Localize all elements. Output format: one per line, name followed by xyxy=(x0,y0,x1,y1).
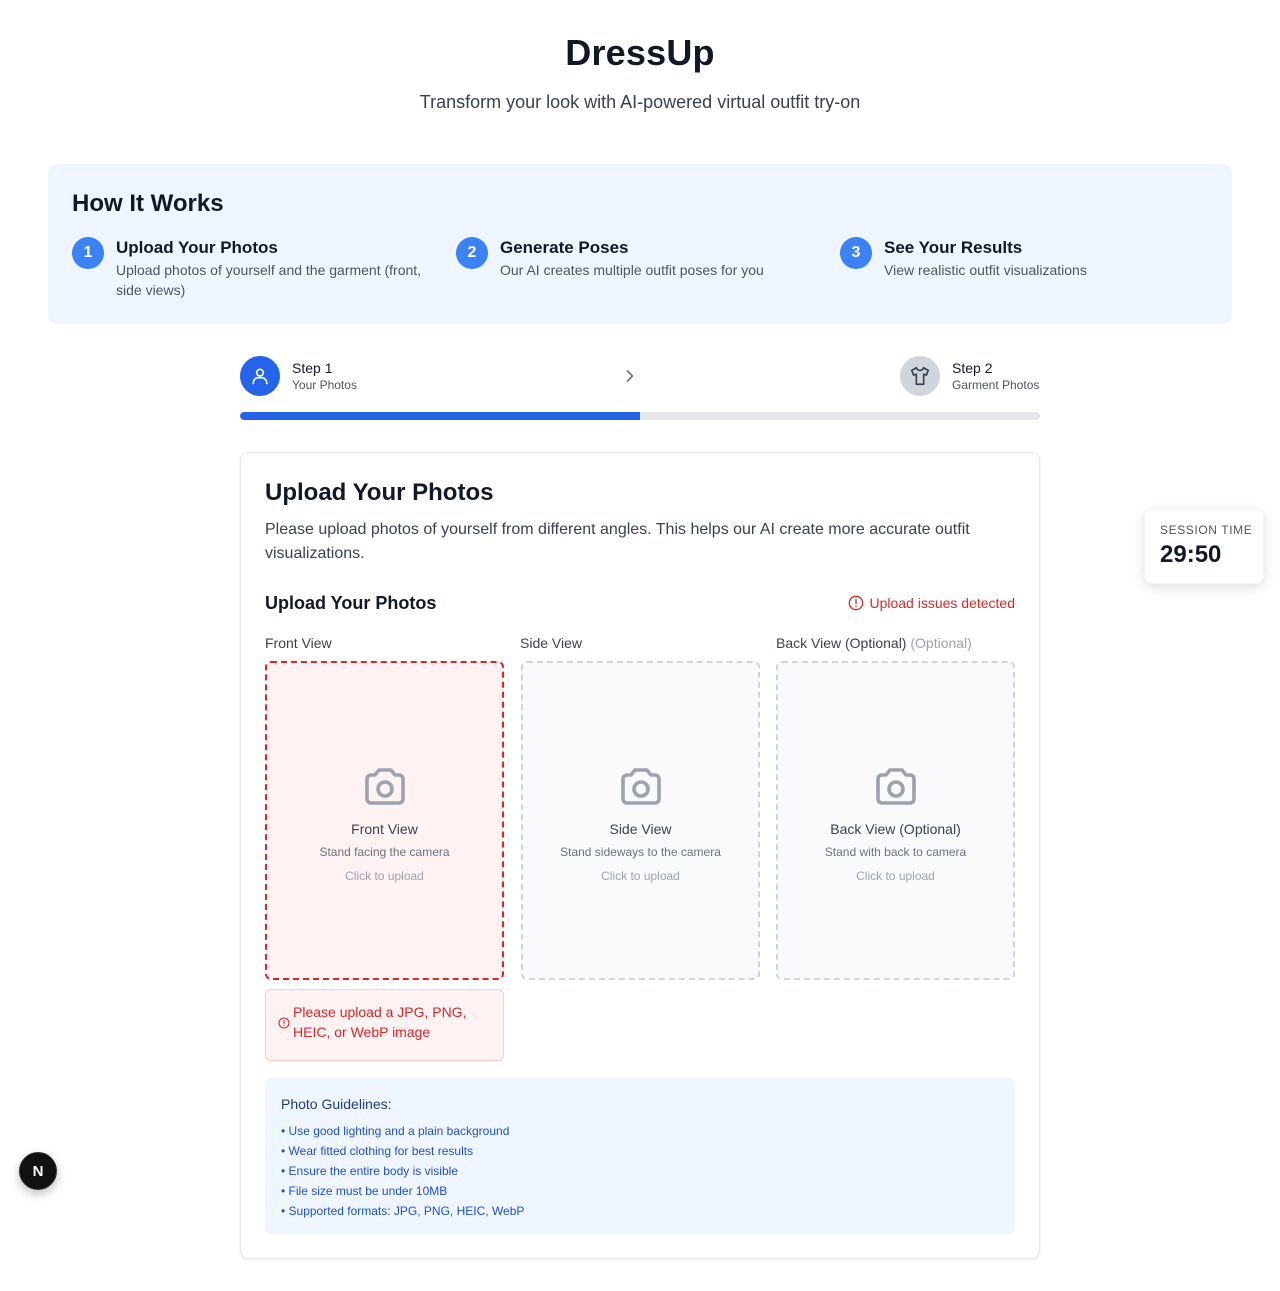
progress-stepper: Step 1 Your Photos Step 2 Garment Photos xyxy=(240,356,1040,420)
progress-bar-fill xyxy=(240,412,640,420)
how-step-description: Upload photos of yourself and the garmen… xyxy=(116,262,422,298)
upload-card: Upload Your Photos Please upload photos … xyxy=(240,452,1040,1259)
guidelines-list: • Use good lighting and a plain backgrou… xyxy=(281,1121,524,1221)
photo-guidelines: Photo Guidelines: • Use good lighting an… xyxy=(265,1078,1015,1234)
camera-icon xyxy=(365,768,405,805)
how-step-description: Our AI creates multiple outfit poses for… xyxy=(500,262,764,278)
n-logo-icon: N xyxy=(32,1162,44,1180)
guideline-item: • File size must be under 10MB xyxy=(281,1184,448,1198)
guideline-item: • Ensure the entire body is visible xyxy=(281,1164,458,1178)
step-number-badge: 1 xyxy=(72,237,104,269)
how-step-description: View realistic outfit visualizations xyxy=(884,262,1087,278)
session-time: 29:50 xyxy=(1160,541,1222,568)
step-sublabel: Your Photos xyxy=(292,378,357,392)
dev-tools-button[interactable]: N xyxy=(19,1152,57,1190)
front-view-upload[interactable]: Front View Stand facing the camera Click… xyxy=(265,661,504,980)
optional-tag: (Optional) xyxy=(910,635,972,651)
stepper-step-1: Step 1 Your Photos xyxy=(292,360,357,394)
upload-error-message: Please upload a JPG, PNG, HEIC, or WebP … xyxy=(265,989,504,1061)
slot-hint: Stand facing the camera xyxy=(319,845,450,859)
session-label: SESSION TIME xyxy=(1160,523,1253,537)
section-title: Upload Your Photos xyxy=(265,593,437,613)
card-description: Please upload photos of yourself from di… xyxy=(265,521,970,562)
guideline-item: • Supported formats: JPG, PNG, HEIC, Web… xyxy=(281,1204,525,1218)
slot-title: Side View xyxy=(609,821,672,837)
how-it-works-title: How It Works xyxy=(72,190,224,217)
slot-label-text: Side View xyxy=(520,635,583,651)
session-timer: SESSION TIME 29:50 xyxy=(1144,508,1264,584)
upload-issues-status: Upload issues detected xyxy=(848,595,1015,611)
step-label: Step 2 xyxy=(952,360,993,376)
back-view-upload[interactable]: Back View (Optional) Stand with back to … xyxy=(776,661,1015,980)
chevron-right-icon xyxy=(626,370,634,382)
slot-hint: Stand sideways to the camera xyxy=(560,845,721,859)
card-title: Upload Your Photos xyxy=(265,479,494,506)
app-subtitle: Transform your look with AI-powered virt… xyxy=(419,92,861,112)
slot-label-text: Front View xyxy=(265,635,332,651)
slot-title: Front View xyxy=(351,821,418,837)
side-view-label: Side View xyxy=(520,635,582,651)
alert-circle-icon xyxy=(278,1017,290,1029)
slot-hint: Stand with back to camera xyxy=(824,845,967,859)
step-label: Step 1 xyxy=(292,360,333,376)
error-text: Please upload a JPG, PNG, HEIC, or WebP … xyxy=(293,1004,467,1040)
slot-action: Click to upload xyxy=(856,869,935,883)
how-step-title: See Your Results xyxy=(884,238,1023,257)
how-step-title: Generate Poses xyxy=(500,238,629,257)
step-number-badge: 2 xyxy=(456,237,488,269)
how-it-works-panel: How It Works 1 Upload Your Photos Upload… xyxy=(48,164,1232,324)
app-title: DressUp xyxy=(565,32,715,73)
guideline-item: • Use good lighting and a plain backgrou… xyxy=(281,1124,510,1138)
guidelines-title: Photo Guidelines: xyxy=(281,1096,392,1112)
camera-icon xyxy=(876,768,916,805)
slot-action: Click to upload xyxy=(601,869,680,883)
slot-title: Back View (Optional) xyxy=(830,821,961,837)
step-sublabel: Garment Photos xyxy=(952,378,1040,392)
slot-action: Click to upload xyxy=(345,869,424,883)
progress-bar xyxy=(240,412,1040,420)
camera-icon xyxy=(621,768,661,805)
slot-label-text: Back View (Optional) xyxy=(776,635,907,651)
side-view-upload[interactable]: Side View Stand sideways to the camera C… xyxy=(521,661,760,980)
upload-issues-text: Upload issues detected xyxy=(869,595,1015,611)
front-view-label: Front View xyxy=(265,635,332,651)
step-number-badge: 3 xyxy=(840,237,872,269)
alert-circle-icon xyxy=(849,595,864,611)
back-view-label: Back View (Optional) (Optional) xyxy=(776,635,972,651)
stepper-step-2: Step 2 Garment Photos xyxy=(952,360,1039,394)
shirt-icon xyxy=(900,356,940,396)
user-icon xyxy=(240,356,280,396)
how-step-title: Upload Your Photos xyxy=(116,238,278,257)
guideline-item: • Wear fitted clothing for best results xyxy=(281,1144,474,1158)
